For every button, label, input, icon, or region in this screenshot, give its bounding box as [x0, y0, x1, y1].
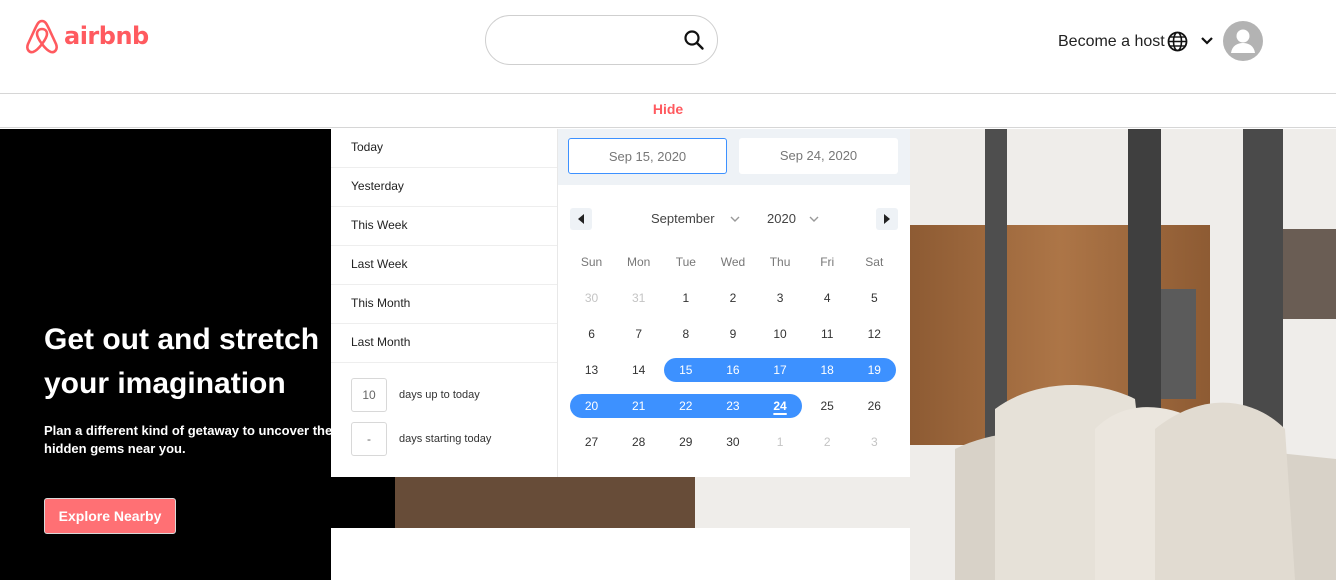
days-starting-today-row: - days starting today [351, 422, 491, 456]
hero-title: Get out and stretch your imagination [44, 323, 320, 400]
content-card [331, 528, 910, 580]
user-icon [1231, 29, 1255, 53]
weekday-label: Tue [675, 255, 696, 269]
day-cell[interactable]: 21 [615, 388, 662, 424]
range-this-week[interactable]: This Week [331, 207, 557, 246]
day-cell[interactable]: 1 [757, 424, 804, 460]
day-cell[interactable]: 9 [709, 316, 756, 352]
day-cell[interactable]: 26 [851, 388, 898, 424]
year-chevron-icon [809, 216, 819, 222]
date-inputs-bar: Sep 15, 2020 Sep 24, 2020 [558, 129, 910, 185]
search-icon[interactable] [683, 29, 705, 51]
day-cell[interactable]: 19 [851, 352, 898, 388]
day-cell[interactable]: 10 [757, 316, 804, 352]
day-cell[interactable]: 3 [851, 424, 898, 460]
hide-bar: Hide [0, 94, 1336, 128]
start-date-input[interactable]: Sep 15, 2020 [568, 138, 727, 174]
day-cell[interactable]: 12 [851, 316, 898, 352]
calendar: Sep 15, 2020 Sep 24, 2020 September 2020… [558, 129, 910, 477]
month-navigation: September 2020 [558, 207, 910, 233]
day-cell[interactable]: 3 [757, 280, 804, 316]
end-date-input[interactable]: Sep 24, 2020 [739, 138, 898, 174]
date-range-picker: Today Yesterday This Week Last Week This… [331, 129, 910, 477]
range-this-month[interactable]: This Month [331, 285, 557, 324]
week-row: 13 14 15 16 17 18 19 [568, 352, 898, 388]
hero-subtitle: Plan a different kind of getaway to unco… [44, 423, 333, 456]
day-cell[interactable]: 4 [804, 280, 851, 316]
day-cell[interactable]: 15 [662, 352, 709, 388]
day-cell[interactable]: 13 [568, 352, 615, 388]
days-starting-today-label: days starting today [399, 433, 492, 445]
logo-wordmark: airbnb [64, 22, 149, 50]
search-input[interactable] [485, 15, 718, 65]
day-cell[interactable]: 2 [804, 424, 851, 460]
day-cell[interactable]: 23 [709, 388, 756, 424]
range-yesterday[interactable]: Yesterday [331, 168, 557, 207]
year-select[interactable]: 2020 [767, 211, 796, 226]
week-row: 20 21 22 23 24 25 26 [568, 388, 898, 424]
day-cell[interactable]: 1 [662, 280, 709, 316]
caret-left-icon [578, 214, 584, 224]
become-a-host-link[interactable]: Become a host [1058, 33, 1165, 51]
day-cell[interactable]: 8 [662, 316, 709, 352]
day-cell[interactable]: 31 [615, 280, 662, 316]
day-cell[interactable]: 16 [709, 352, 756, 388]
day-cell[interactable]: 28 [615, 424, 662, 460]
week-row: 6 7 8 9 10 11 12 [568, 316, 898, 352]
days-up-to-today-input[interactable]: 10 [351, 378, 387, 412]
day-cell[interactable]: 27 [568, 424, 615, 460]
week-row: 27 28 29 30 1 2 3 [568, 424, 898, 460]
day-cell[interactable]: 5 [851, 280, 898, 316]
month-chevron-icon [730, 216, 740, 222]
day-cell[interactable]: 6 [568, 316, 615, 352]
day-cell[interactable]: 2 [709, 280, 756, 316]
explore-nearby-button[interactable]: Explore Nearby [44, 498, 176, 534]
avatar[interactable] [1223, 21, 1263, 61]
chevron-down-icon[interactable] [1200, 35, 1214, 47]
calendar-grid: Sun Mon Tue Wed Thu Fri Sat 30 31 1 2 3 … [568, 244, 898, 460]
weekday-label: Wed [720, 255, 746, 269]
day-cell[interactable]: 22 [662, 388, 709, 424]
weekday-label: Thu [769, 255, 791, 269]
day-cell[interactable]: 30 [709, 424, 756, 460]
range-today[interactable]: Today [331, 129, 557, 168]
day-cell[interactable]: 17 [757, 352, 804, 388]
range-last-week[interactable]: Last Week [331, 246, 557, 285]
next-month-button[interactable] [876, 208, 898, 230]
weekday-label: Sun [580, 255, 603, 269]
weekday-label: Fri [820, 255, 835, 269]
weekday-header: Sun Mon Tue Wed Thu Fri Sat [568, 244, 898, 280]
day-cell[interactable]: 30 [568, 280, 615, 316]
days-starting-today-input[interactable]: - [351, 422, 387, 456]
month-select[interactable]: September [651, 211, 715, 226]
day-cell[interactable]: 7 [615, 316, 662, 352]
days-up-to-today-row: 10 days up to today [351, 378, 480, 412]
day-cell[interactable]: 11 [804, 316, 851, 352]
airbnb-belo-icon [26, 19, 58, 54]
day-cell[interactable]: 24 [757, 388, 804, 424]
weekday-label: Mon [627, 255, 651, 269]
day-cell[interactable]: 20 [568, 388, 615, 424]
top-header: airbnb Become a host [0, 0, 1336, 94]
range-last-month[interactable]: Last Month [331, 324, 557, 363]
day-cell[interactable]: 14 [615, 352, 662, 388]
days-up-to-today-label: days up to today [399, 389, 480, 401]
range-presets: Today Yesterday This Week Last Week This… [331, 129, 558, 477]
day-cell[interactable]: 18 [804, 352, 851, 388]
day-cell[interactable]: 25 [804, 388, 851, 424]
weekday-label: Sat [865, 255, 884, 269]
day-cell[interactable]: 29 [662, 424, 709, 460]
airbnb-logo[interactable]: airbnb [24, 17, 149, 55]
globe-icon[interactable] [1167, 31, 1188, 52]
hide-button[interactable]: Hide [653, 101, 683, 117]
week-row: 30 31 1 2 3 4 5 [568, 280, 898, 316]
caret-right-icon [884, 214, 890, 224]
prev-month-button[interactable] [570, 208, 592, 230]
